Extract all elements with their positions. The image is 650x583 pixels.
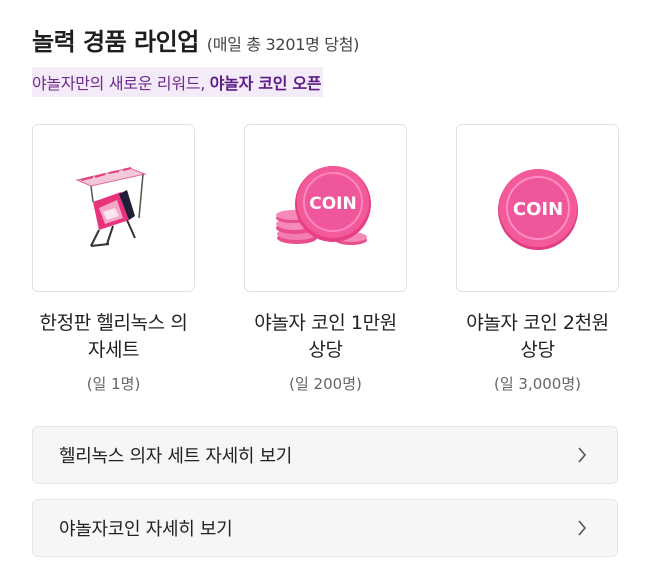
coin-details-label: 야놀자코인 자세히 보기 — [59, 519, 233, 540]
prize-name: 야놀자 코인 2천원 상당 — [466, 312, 609, 361]
coin-label: COIN — [309, 194, 356, 214]
daily-winners-note: (매일 총 3201명 당첨) — [206, 35, 360, 54]
chevron-right-icon — [575, 447, 589, 463]
chevron-right-icon — [575, 520, 589, 536]
prize-card-coin-2000[interactable]: COIN 야놀자 코인 2천원 상당 (일 3,000명) — [456, 124, 619, 394]
coin-details-button[interactable]: 야놀자코인 자세히 보기 — [32, 499, 618, 557]
coin-icon: COIN — [497, 169, 578, 250]
subtitle-text: 야놀자만의 새로운 리워드, — [32, 74, 210, 93]
page-title: 놀력 경품 라인업 — [32, 28, 199, 56]
prize-card-chair[interactable]: 한정판 헬리녹스 의자세트 (일 1명) — [32, 124, 195, 394]
prize-image-box: COIN — [456, 124, 619, 292]
prize-image-box — [32, 124, 195, 292]
title-row: 놀력 경품 라인업 (매일 총 3201명 당첨) — [32, 22, 630, 57]
prize-card-coin-10000[interactable]: COIN 야놀자 코인 1만원 상당 (일 200명) — [244, 124, 407, 394]
chair-details-button[interactable]: 헬리녹스 의자 세트 자세히 보기 — [32, 426, 618, 484]
helinox-chair-icon — [74, 167, 147, 247]
subtitle-strong-text: 야놀자 코인 오픈 — [209, 74, 322, 93]
chair-details-label: 헬리녹스 의자 세트 자세히 보기 — [59, 446, 293, 467]
prize-quantity: (일 200명) — [289, 375, 362, 393]
prize-lineup-header: 놀력 경품 라인업 (매일 총 3201명 당첨) 야놀자만의 새로운 리워드,… — [32, 22, 630, 97]
prize-quantity: (일 1명) — [86, 375, 141, 393]
coin-stack-icon: COIN — [275, 166, 371, 245]
prize-image-box: COIN — [244, 124, 407, 292]
subtitle-highlight: 야놀자만의 새로운 리워드, 야놀자 코인 오픈 — [32, 67, 324, 97]
coin-label: COIN — [512, 199, 562, 220]
prize-name: 야놀자 코인 1만원 상당 — [254, 312, 397, 361]
prize-name: 한정판 헬리녹스 의자세트 — [39, 312, 188, 361]
prize-quantity: (일 3,000명) — [493, 375, 581, 393]
